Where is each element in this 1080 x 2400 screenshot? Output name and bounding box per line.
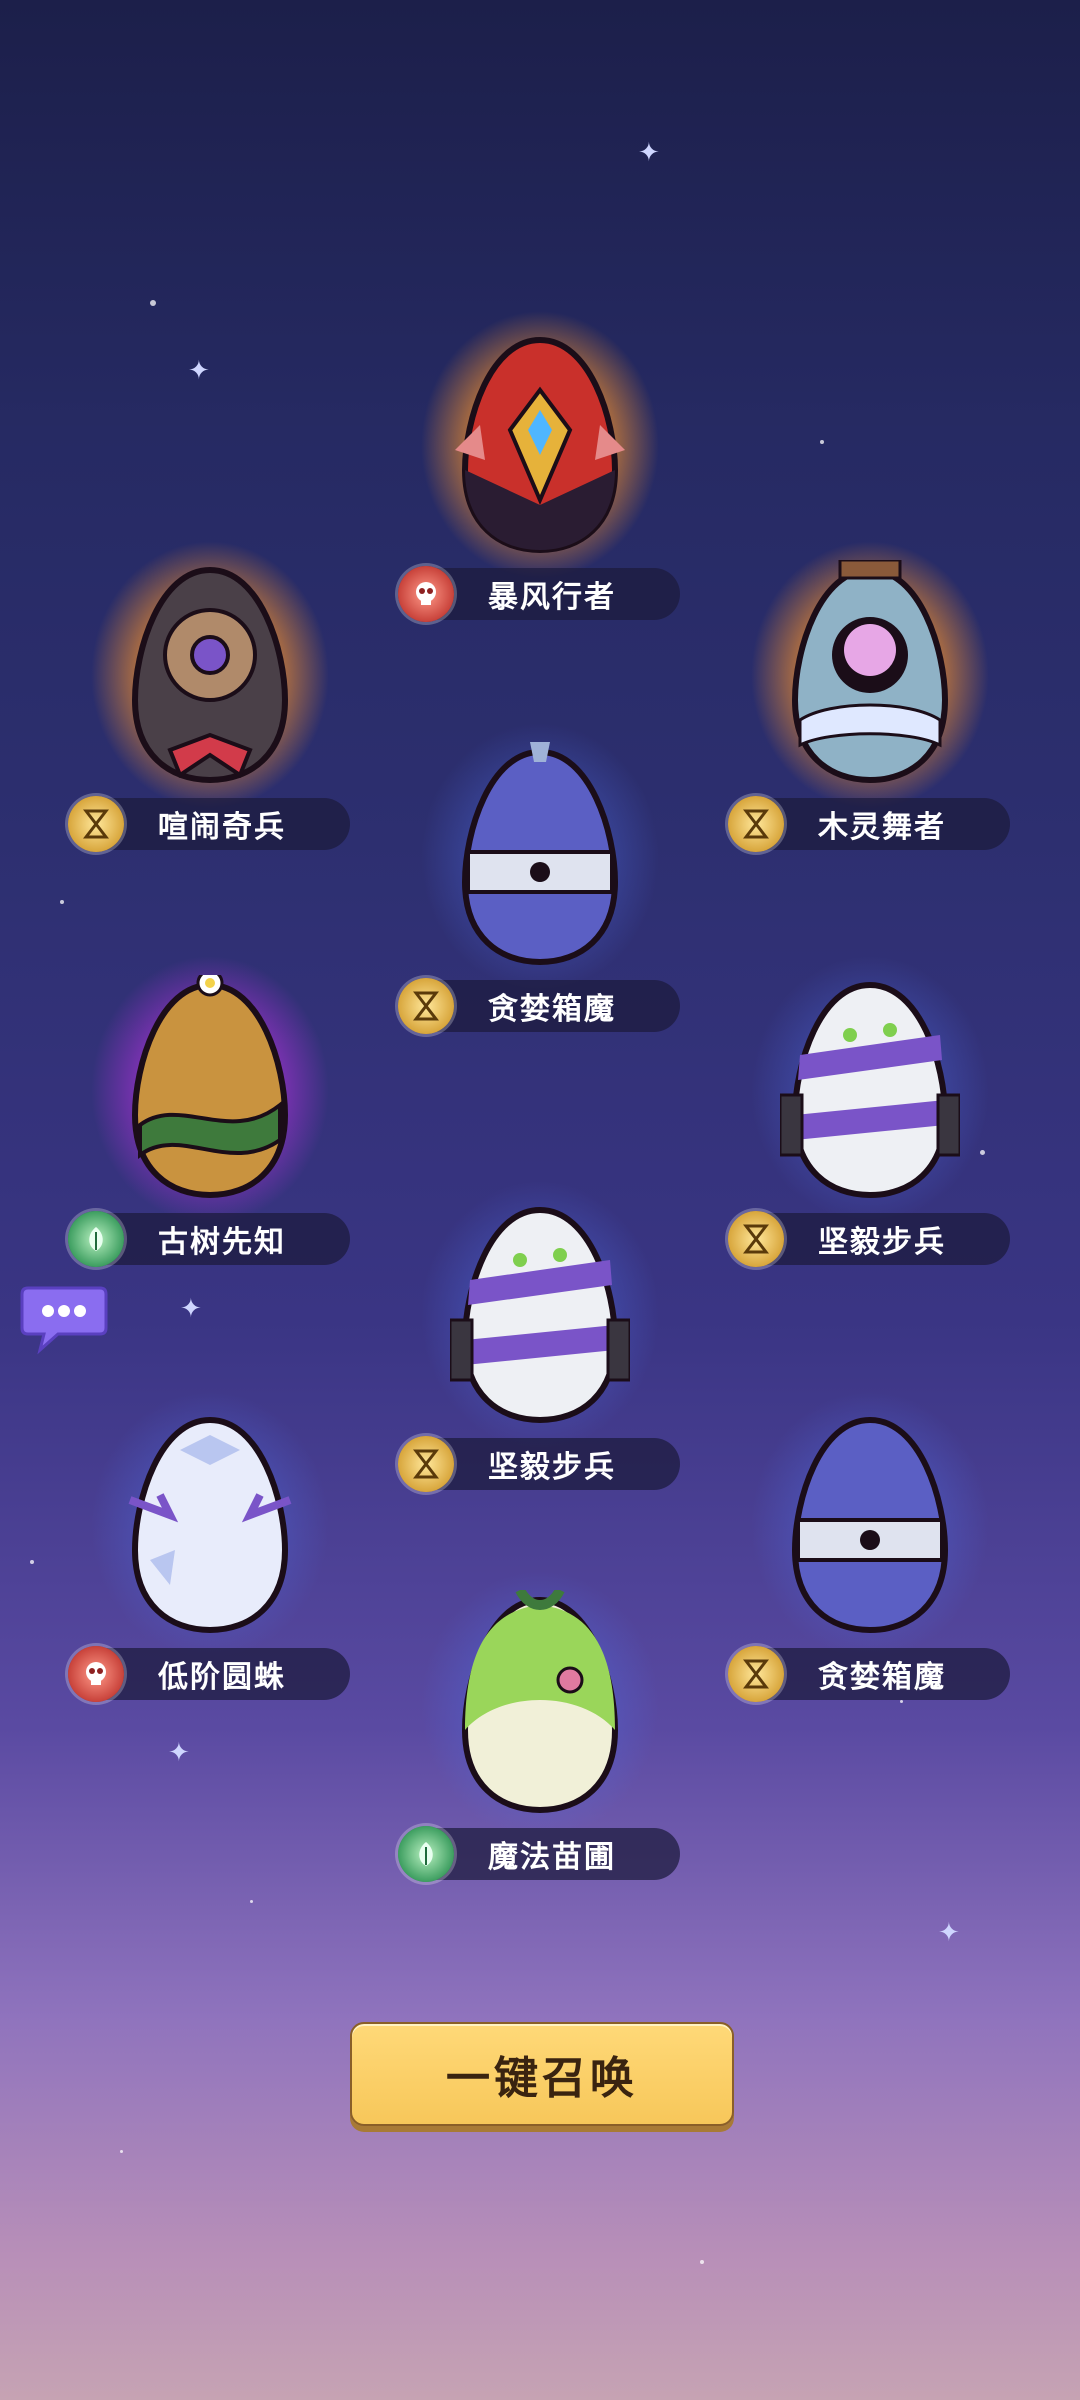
- egg-name-label: 暴风行者: [488, 580, 616, 615]
- noisy-soldier-egg-icon: [131, 566, 289, 784]
- gold-hourglass-icon: [728, 1646, 784, 1702]
- one-click-summon-button[interactable]: 一键召唤: [350, 2022, 734, 2126]
- green-leaf-icon: [68, 1211, 124, 1267]
- sparkle-icon: ✦: [638, 138, 660, 168]
- chat-bubble-icon: [20, 1286, 108, 1355]
- red-skull-icon: [398, 566, 454, 622]
- greedy-mimic-egg-icon: [791, 1416, 949, 1634]
- egg-card-greedy-mimic[interactable]: 贪婪箱魔: [728, 1380, 1010, 1720]
- sparkle-icon: ✦: [938, 1918, 960, 1948]
- egg-name-pill: 贪婪箱魔: [728, 1646, 1010, 1702]
- egg-name-label: 贪婪箱魔: [488, 992, 616, 1027]
- egg-name-label: 坚毅步兵: [488, 1450, 616, 1485]
- egg-name-pill: 魔法苗圃: [398, 1826, 680, 1882]
- sparkle-icon: ✦: [180, 1294, 202, 1324]
- sparkle-icon: ✦: [168, 1738, 190, 1768]
- egg-name-pill: 坚毅步兵: [728, 1211, 1010, 1267]
- egg-card-greedy-mimic[interactable]: 贪婪箱魔: [398, 712, 680, 1052]
- gold-hourglass-icon: [68, 796, 124, 852]
- wood-spirit-dancer-egg-icon: [791, 560, 949, 784]
- egg-name-label: 古树先知: [158, 1225, 286, 1260]
- egg-card-wood-spirit-dancer[interactable]: 木灵舞者: [728, 530, 1010, 870]
- egg-name-pill: 暴风行者: [398, 566, 680, 622]
- gold-hourglass-icon: [398, 1436, 454, 1492]
- egg-card-ancient-tree-prophet[interactable]: 古树先知: [68, 945, 350, 1285]
- gold-hourglass-icon: [728, 796, 784, 852]
- magic-nursery-egg-icon: [461, 1590, 619, 1814]
- egg-name-label: 坚毅步兵: [818, 1225, 946, 1260]
- steadfast-infantry-egg-icon: [780, 981, 960, 1199]
- green-leaf-icon: [398, 1826, 454, 1882]
- storm-walker-egg-icon: [455, 336, 625, 554]
- ancient-tree-prophet-egg-icon: [131, 975, 289, 1199]
- egg-name-label: 喧闹奇兵: [158, 810, 286, 845]
- egg-name-pill: 贪婪箱魔: [398, 978, 680, 1034]
- red-skull-icon: [68, 1646, 124, 1702]
- chat-button[interactable]: [18, 1278, 110, 1358]
- egg-name-pill: 喧闹奇兵: [68, 796, 350, 852]
- egg-name-pill: 低阶圆蛛: [68, 1646, 350, 1702]
- egg-card-steadfast-infantry[interactable]: 坚毅步兵: [728, 945, 1010, 1285]
- summon-button-label: 一键召唤: [446, 2053, 638, 2104]
- gold-hourglass-icon: [398, 978, 454, 1034]
- egg-card-noisy-soldier[interactable]: 喧闹奇兵: [68, 530, 350, 870]
- greedy-mimic-egg-icon: [461, 742, 619, 966]
- egg-card-storm-walker[interactable]: 暴风行者: [398, 300, 680, 640]
- egg-name-label: 贪婪箱魔: [818, 1660, 946, 1695]
- sparkle-icon: ✦: [188, 356, 210, 386]
- egg-card-magic-nursery[interactable]: 魔法苗圃: [398, 1560, 680, 1900]
- egg-name-pill: 古树先知: [68, 1211, 350, 1267]
- steadfast-infantry-egg-icon: [450, 1206, 630, 1424]
- egg-card-low-tier-orb-spider[interactable]: 低阶圆蛛: [68, 1380, 350, 1720]
- egg-name-pill: 木灵舞者: [728, 796, 1010, 852]
- egg-name-label: 低阶圆蛛: [158, 1660, 286, 1695]
- egg-name-label: 木灵舞者: [818, 810, 946, 845]
- low-tier-orb-spider-egg-icon: [128, 1416, 292, 1634]
- egg-name-label: 魔法苗圃: [488, 1840, 616, 1875]
- egg-name-pill: 坚毅步兵: [398, 1436, 680, 1492]
- gold-hourglass-icon: [728, 1211, 784, 1267]
- egg-card-steadfast-infantry[interactable]: 坚毅步兵: [398, 1170, 680, 1510]
